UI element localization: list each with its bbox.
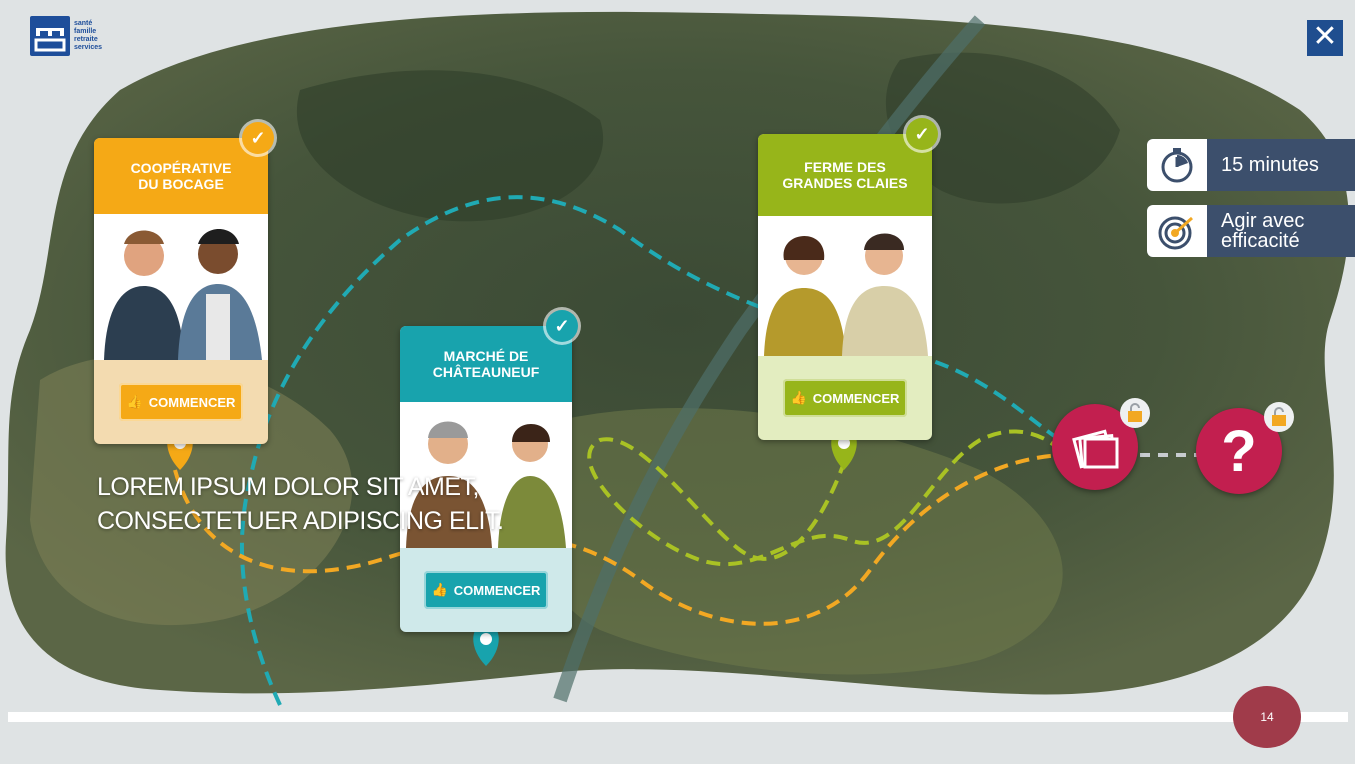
- goal-line-2: efficacité: [1221, 230, 1300, 252]
- start-button-label: COMMENCER: [453, 582, 541, 598]
- overlay-text-line-2: CONSECTETUER ADIPISCING ELIT.: [97, 507, 504, 535]
- msa-logo-mark: [30, 16, 70, 56]
- card-title: MARCHÉ DE CHÂTEAUNEUF: [400, 326, 572, 402]
- stopwatch-icon: [1147, 139, 1207, 191]
- question-icon: ?: [1221, 418, 1257, 484]
- thumbs-up-icon: 👍: [126, 394, 143, 409]
- start-button-label: COMMENCER: [812, 390, 900, 406]
- close-button[interactable]: ✕: [1307, 20, 1343, 56]
- page-number-badge: 14: [1233, 686, 1301, 748]
- card-cooperative-du-bocage[interactable]: COOPÉRATIVE DU BOCAGE 👍 COMMENCER: [94, 138, 268, 444]
- card-title: FERME DES GRANDES CLAIES: [758, 134, 932, 216]
- padlock-icon: [1120, 398, 1150, 428]
- completed-check-icon: ✓: [906, 118, 938, 150]
- card-title-line: GRANDES CLAIES: [782, 175, 908, 191]
- card-title-line: DU BOCAGE: [138, 176, 224, 192]
- logo-line: services: [74, 44, 103, 51]
- logo-line: famille: [74, 28, 97, 35]
- card-title: COOPÉRATIVE DU BOCAGE: [94, 138, 268, 214]
- msa-logo: santé famille retraite services: [30, 16, 102, 56]
- padlock-icon: [1264, 402, 1294, 432]
- card-footer: 👍 COMMENCER: [400, 548, 572, 632]
- duration-text: 15 minutes: [1221, 153, 1319, 176]
- overlay-text: LOREM IPSUM DOLOR SIT AMET, CONSECTETUER…: [97, 470, 504, 538]
- card-title-line: FERME DES: [804, 159, 886, 175]
- completed-check-icon: ✓: [242, 122, 274, 154]
- thumbs-up-icon: 👍: [431, 582, 448, 597]
- card-title-line: COOPÉRATIVE: [130, 160, 232, 176]
- close-icon: ✕: [1312, 20, 1338, 53]
- card-ferme-des-grandes-claies[interactable]: FERME DES GRANDES CLAIES 👍 COMMENCER: [758, 134, 932, 440]
- goal-text: Agir avec efficacité: [1207, 211, 1318, 251]
- logo-line: santé: [74, 20, 93, 27]
- card-title-line: MARCHÉ DE: [443, 348, 529, 364]
- slide: santé famille retraite services ✕ 15 min…: [0, 0, 1355, 764]
- card-illustration: [758, 216, 932, 356]
- thumbs-up-icon: 👍: [790, 390, 807, 405]
- start-button-label: COMMENCER: [148, 394, 236, 410]
- completed-check-icon: ✓: [546, 310, 578, 342]
- start-button[interactable]: 👍 COMMENCER: [782, 379, 908, 417]
- target-icon: [1147, 205, 1207, 257]
- logo-tagline: santé famille retraite services: [74, 20, 102, 52]
- card-illustration: [94, 214, 268, 360]
- start-button[interactable]: 👍 COMMENCER: [423, 571, 549, 609]
- page-number: 14: [1260, 710, 1274, 724]
- start-button[interactable]: 👍 COMMENCER: [118, 383, 244, 421]
- duration-chip: 15 minutes: [1147, 139, 1355, 191]
- card-footer: 👍 COMMENCER: [758, 356, 932, 440]
- overlay-text-line-1: LOREM IPSUM DOLOR SIT AMET,: [97, 473, 479, 501]
- card-title-line: CHÂTEAUNEUF: [432, 364, 540, 380]
- logo-line: retraite: [74, 36, 98, 43]
- cards-stack-icon: [1072, 429, 1119, 469]
- card-footer: 👍 COMMENCER: [94, 360, 268, 444]
- goal-chip: Agir avec efficacité: [1147, 205, 1355, 257]
- goal-line-1: Agir avec: [1221, 210, 1305, 232]
